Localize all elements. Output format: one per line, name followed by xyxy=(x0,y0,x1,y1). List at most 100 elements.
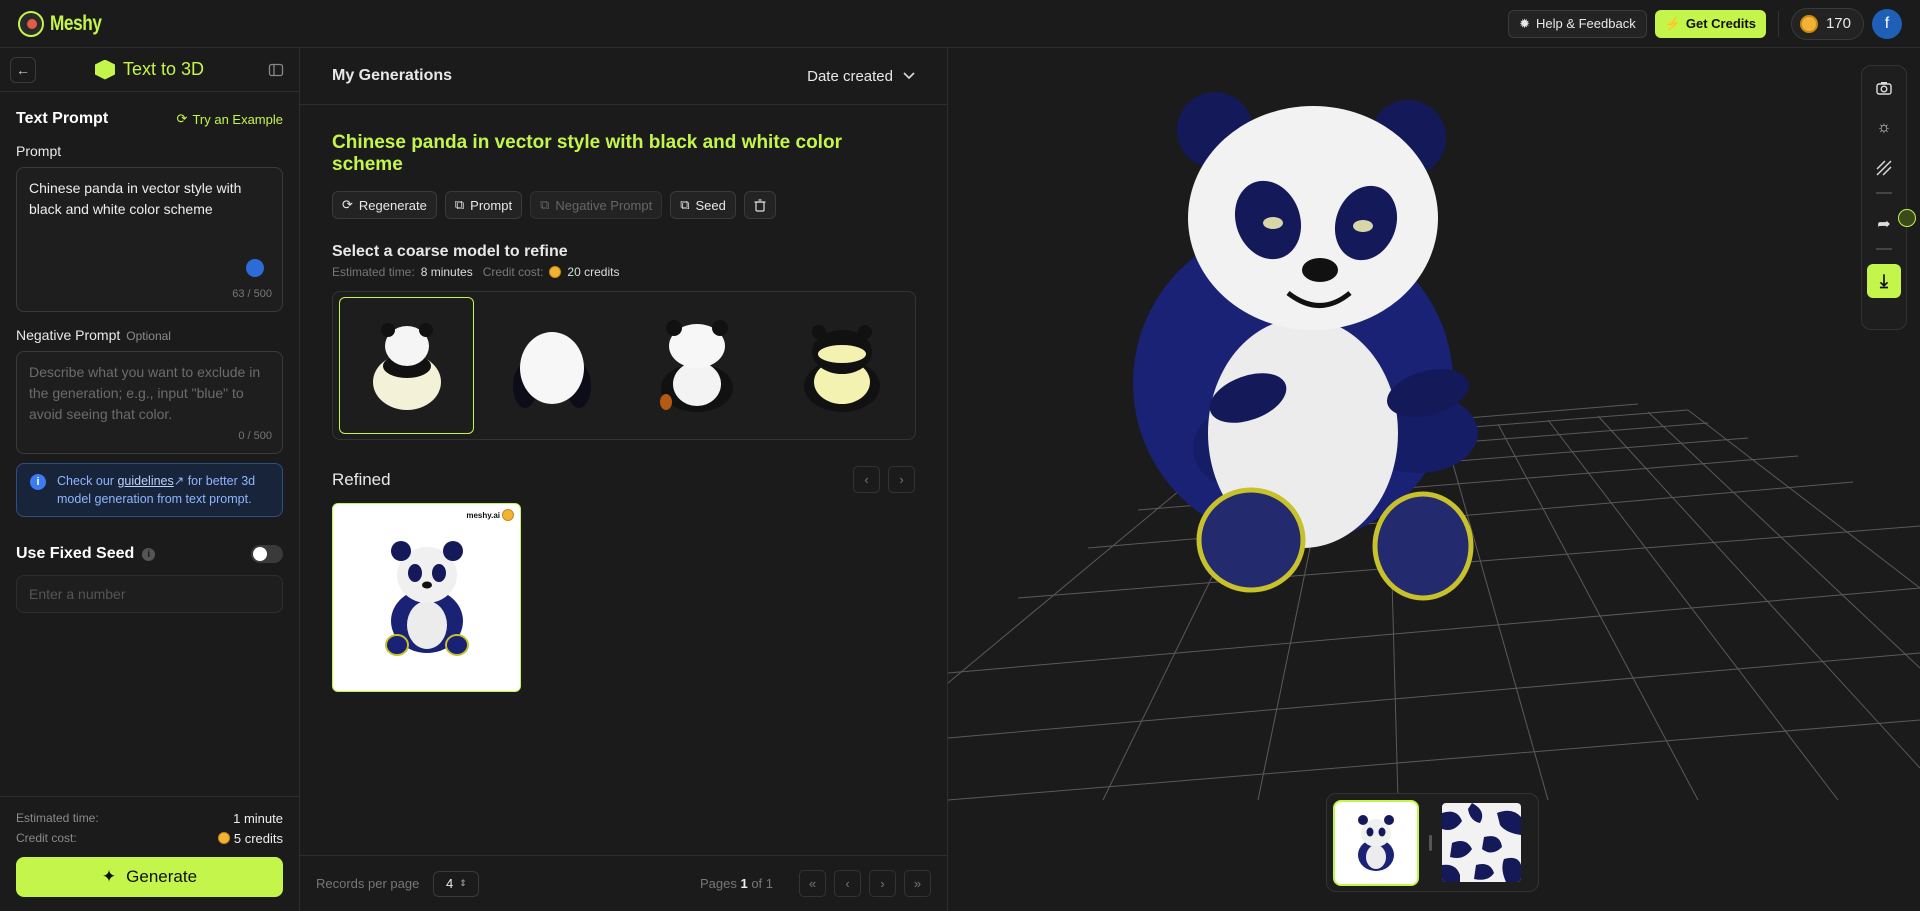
page-navigation: Pages 1 of 1 « ‹ › » xyxy=(700,870,931,897)
negative-prompt-counter: 0 / 500 xyxy=(238,430,272,442)
trash-icon xyxy=(754,198,766,212)
panda-back-thumb xyxy=(512,331,591,408)
estimated-time-value: 1 minute xyxy=(233,810,283,826)
get-credits-label: Get Credits xyxy=(1685,16,1756,31)
prompt-assist-icon[interactable] xyxy=(246,259,264,277)
chevron-right-icon: › xyxy=(899,472,904,487)
previous-page-button[interactable]: ‹ xyxy=(834,870,861,897)
collapse-panel-button[interactable] xyxy=(263,57,289,83)
share-button[interactable]: ➦ xyxy=(1868,208,1900,240)
refined-model-card[interactable]: meshy.ai xyxy=(332,503,521,692)
regenerate-button[interactable]: ⟳ Regenerate xyxy=(332,191,437,219)
back-button[interactable]: ← xyxy=(10,56,36,83)
help-icon[interactable]: i xyxy=(142,547,156,561)
external-link-icon: ↗ xyxy=(173,474,185,488)
tray-handle[interactable] xyxy=(1429,834,1432,851)
wireframe-icon xyxy=(1876,160,1892,176)
info-text-pre: Check our xyxy=(57,474,118,488)
viewer-toolbar: ☼ ➦ ⤓ xyxy=(1861,65,1907,330)
texture-preview-model[interactable] xyxy=(1333,799,1419,886)
share-icon: ➦ xyxy=(1877,216,1891,233)
copy-icon: ⧉ xyxy=(680,197,690,212)
light-icon: ☼ xyxy=(1876,119,1892,136)
lighting-button[interactable]: ☼ xyxy=(1868,112,1900,144)
coarse-model-thumb[interactable] xyxy=(339,297,475,434)
next-page-button[interactable]: › xyxy=(869,870,896,897)
help-feedback-button[interactable]: ✹ Help & Feedback xyxy=(1508,9,1647,38)
page-indicator: Pages 1 of 1 xyxy=(700,876,773,891)
generations-header: My Generations Date created xyxy=(300,48,947,105)
coarse-model-meta: Estimated time: 8 minutes Credit cost: 2… xyxy=(332,265,915,279)
panda-mini-image xyxy=(1358,814,1394,871)
left-panel-footer: Estimated time: 1 minute Credit cost: 5 … xyxy=(0,796,299,911)
negative-prompt-label: Negative Prompt Optional xyxy=(16,327,283,343)
lightbulb-icon: ✹ xyxy=(1519,15,1530,31)
copy-seed-button[interactable]: ⧉ Seed xyxy=(670,191,736,219)
coarse-model-thumb[interactable] xyxy=(629,297,764,434)
refined-header: Refined ‹ › xyxy=(332,466,915,493)
sort-label: Date created xyxy=(807,67,893,85)
fixed-seed-row: Use Fixed Seed i xyxy=(16,545,283,563)
seed-input[interactable]: Enter a number xyxy=(16,575,283,613)
fixed-seed-toggle[interactable] xyxy=(251,545,283,563)
back-arrow-icon: ← xyxy=(16,61,30,78)
delete-button[interactable] xyxy=(743,191,776,219)
text-prompt-heading: Text Prompt xyxy=(16,110,109,127)
texture-tray xyxy=(1326,793,1539,892)
prompt-value: Chinese panda in vector style with black… xyxy=(29,180,242,217)
get-credits-button[interactable]: ⚡ Get Credits xyxy=(1654,9,1766,38)
generations-heading: My Generations xyxy=(332,67,453,84)
pages-label: Pages xyxy=(699,876,737,891)
meshy-watermark: meshy.ai xyxy=(466,509,514,521)
model-viewer[interactable]: ☼ ➦ ⤓ xyxy=(948,48,1920,911)
wireframe-button[interactable] xyxy=(1868,152,1900,184)
records-per-page-select[interactable]: 4 ⇕ xyxy=(433,870,480,897)
gift-icon[interactable] xyxy=(1898,209,1916,227)
coarse-cost-value: 20 credits xyxy=(567,265,620,279)
avatar[interactable]: f xyxy=(1872,8,1902,39)
chevron-left-icon: ‹ xyxy=(845,876,850,891)
guidelines-info-box: i Check our guidelines↗ for better 3d mo… xyxy=(16,463,283,517)
coarse-model-thumb[interactable] xyxy=(484,297,619,434)
pagination-bar: Records per page 4 ⇕ Pages 1 of 1 « ‹ › … xyxy=(300,855,947,911)
coarse-model-thumb[interactable] xyxy=(774,297,909,434)
generate-button[interactable]: ✦ Generate xyxy=(16,857,283,897)
coarse-time-value: 8 minutes xyxy=(420,265,473,279)
sparkle-icon: ✦ xyxy=(101,867,117,886)
previous-button[interactable]: ‹ xyxy=(853,466,880,493)
credit-cost-row: Credit cost: 5 credits xyxy=(16,828,283,848)
copy-negative-prompt-button[interactable]: ⧉ Negative Prompt xyxy=(530,191,663,219)
toolbar-divider xyxy=(1876,248,1892,250)
texture-map-image[interactable] xyxy=(1442,803,1521,882)
coin-icon xyxy=(1799,14,1818,33)
last-page-button[interactable]: » xyxy=(904,870,931,897)
divider xyxy=(1777,10,1779,37)
copy-prompt-button[interactable]: ⧉ Prompt xyxy=(444,191,523,219)
camera-icon xyxy=(1876,82,1892,95)
next-button[interactable]: › xyxy=(888,466,915,493)
try-example-button[interactable]: ⟳ Try an Example xyxy=(177,111,283,127)
credit-balance-value: 170 xyxy=(1825,15,1851,32)
first-page-button[interactable]: « xyxy=(799,870,826,897)
page-current: 1 xyxy=(740,876,748,891)
sort-dropdown[interactable]: Date created xyxy=(807,68,915,85)
chevron-left-icon: ‹ xyxy=(864,472,869,487)
coin-icon xyxy=(549,266,562,278)
guidelines-link[interactable]: guidelines xyxy=(117,474,173,488)
generation-title: Chinese panda in vector style with black… xyxy=(332,132,842,175)
chevron-down-icon xyxy=(903,72,915,80)
negative-prompt-textarea[interactable]: Describe what you want to exclude in the… xyxy=(16,351,283,454)
logo[interactable]: Meshy xyxy=(18,10,113,37)
refresh-icon: ⟳ xyxy=(342,197,353,212)
copy-prompt-label: Prompt xyxy=(470,197,513,213)
refined-panda-image xyxy=(384,540,469,656)
logo-text: Meshy xyxy=(50,11,102,35)
prompt-textarea[interactable]: Chinese panda in vector style with black… xyxy=(16,167,283,312)
copy-icon: ⧉ xyxy=(454,197,465,212)
left-panel-header: ← Text to 3D xyxy=(0,48,299,92)
credit-cost-label: Credit cost: xyxy=(16,831,77,845)
download-button[interactable]: ⤓ xyxy=(1867,264,1901,298)
credit-balance[interactable]: 170 xyxy=(1790,7,1864,40)
screenshot-button[interactable] xyxy=(1868,72,1900,104)
panda-back-thumb xyxy=(803,324,880,412)
